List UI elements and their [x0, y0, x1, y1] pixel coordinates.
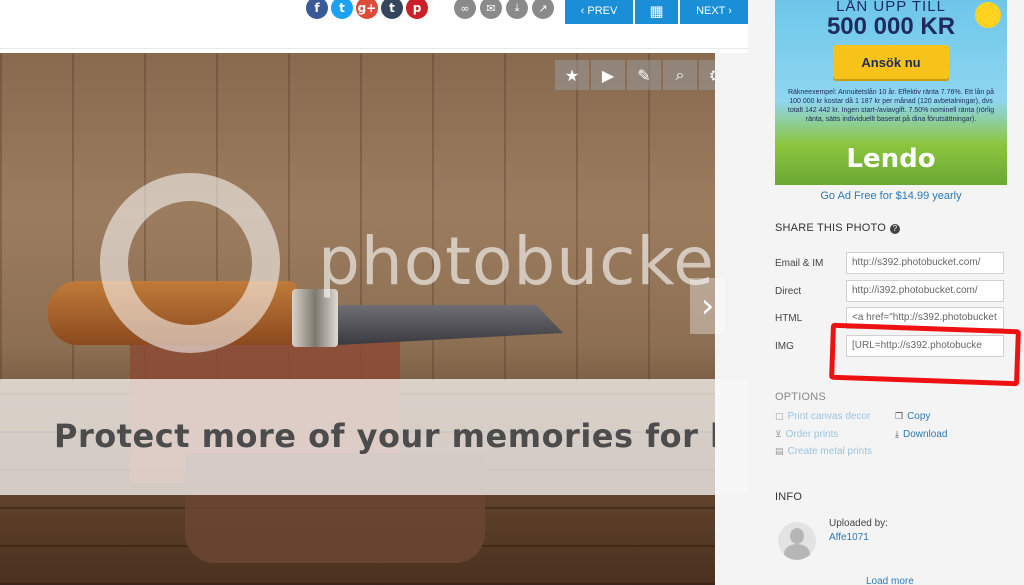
twitter-icon[interactable]: t [331, 0, 353, 19]
option-label: Copy [907, 411, 931, 422]
avatar-head [790, 528, 804, 544]
ad-line2: 500 000 KR [826, 13, 956, 40]
download-icon[interactable]: ⤓ [506, 0, 528, 19]
highlight-annotation [829, 322, 1021, 387]
next-photo-arrow-icon[interactable]: › [690, 278, 725, 334]
share-icon[interactable]: ↗ [532, 0, 554, 19]
tool-bar: ∞ ✉ ⤓ ↗ [454, 0, 554, 19]
option-order-prints[interactable]: ⊻ Order prints [775, 429, 838, 440]
uploader-username-link[interactable]: Affe1071 [829, 532, 869, 543]
watermark-ring [100, 173, 280, 353]
zoom-icon[interactable]: ⌕ [663, 60, 697, 90]
download-icon: ⤓ [895, 429, 899, 440]
options-heading: OPTIONS [775, 391, 826, 403]
option-copy[interactable]: ❐ Copy [895, 411, 930, 422]
share-label: Email & IM [775, 257, 824, 269]
advertisement[interactable]: LÅN UPP TILL 500 000 KR Ansök nu Räkneex… [775, 0, 1007, 185]
share-label: Direct [775, 285, 802, 297]
grid-view-button[interactable]: ▦ [635, 0, 678, 24]
grid-icon: ▦ [649, 2, 664, 20]
photo-overlay-tools: ★ ▶ ✎ ⌕ ⚙ [555, 60, 733, 90]
option-label: Order prints [785, 429, 839, 440]
ad-free-link[interactable]: Go Ad Free for $14.99 yearly [775, 190, 1007, 202]
option-print-canvas[interactable]: ▢ Print canvas decor [775, 411, 870, 422]
option-label: Print canvas decor [787, 411, 871, 422]
share-row-direct: Direct http://i392.photobucket.com/ [775, 280, 1007, 302]
uploaded-by-label: Uploaded by: [829, 518, 888, 529]
main-photo[interactable]: photobucket Protect more of your memorie… [0, 53, 715, 585]
divider [0, 48, 748, 49]
facebook-icon[interactable]: f [306, 0, 328, 19]
ad-brand-logo: Lendo [846, 144, 936, 174]
star-icon[interactable]: ★ [555, 60, 589, 90]
tumblr-icon[interactable]: t [381, 0, 403, 19]
watermark-text: photobucket [318, 223, 715, 300]
email-im-field[interactable]: http://s392.photobucket.com/ [846, 252, 1004, 274]
ad-cta-button[interactable]: Ansök nu [833, 45, 949, 79]
ad-fine-print: Räkneexempel: Annuitetslån 10 år. Effekt… [787, 89, 995, 123]
direct-link-field[interactable]: http://i392.photobucket.com/ [846, 280, 1004, 302]
social-share-bar: f t g+ t p [306, 0, 428, 19]
option-download[interactable]: ⤓ Download [895, 429, 947, 440]
option-label: Create metal prints [787, 446, 872, 457]
prev-button[interactable]: ‹ PREV [565, 0, 633, 24]
metal-print-icon: ▤ [775, 446, 784, 457]
pinterest-icon[interactable]: p [406, 0, 428, 19]
avatar[interactable] [778, 522, 816, 560]
avatar-body [784, 544, 810, 560]
share-heading: SHARE THIS PHOTO? [775, 222, 900, 234]
gutter-band [715, 379, 748, 495]
googleplus-icon[interactable]: g+ [356, 0, 378, 19]
edit-icon[interactable]: ✎ [627, 60, 661, 90]
option-metal-prints[interactable]: ▤ Create metal prints [775, 446, 872, 457]
email-icon[interactable]: ✉ [480, 0, 502, 19]
help-icon[interactable]: ? [889, 224, 900, 234]
link-icon[interactable]: ∞ [454, 0, 476, 19]
share-label: HTML [775, 312, 803, 324]
protect-banner-text: Protect more of your memories for l [54, 417, 715, 455]
share-row-email: Email & IM http://s392.photobucket.com/ [775, 252, 1007, 274]
canvas-icon: ▢ [775, 411, 784, 422]
cart-icon: ⊻ [775, 429, 782, 440]
knife-blade [338, 305, 563, 345]
info-heading: INFO [775, 491, 803, 503]
copy-icon: ❐ [895, 411, 904, 422]
next-button[interactable]: NEXT › [680, 0, 748, 24]
play-icon[interactable]: ▶ [591, 60, 625, 90]
option-label: Download [902, 429, 948, 440]
load-more-link[interactable]: Load more [866, 576, 914, 585]
share-heading-text: SHARE THIS PHOTO [775, 222, 886, 234]
